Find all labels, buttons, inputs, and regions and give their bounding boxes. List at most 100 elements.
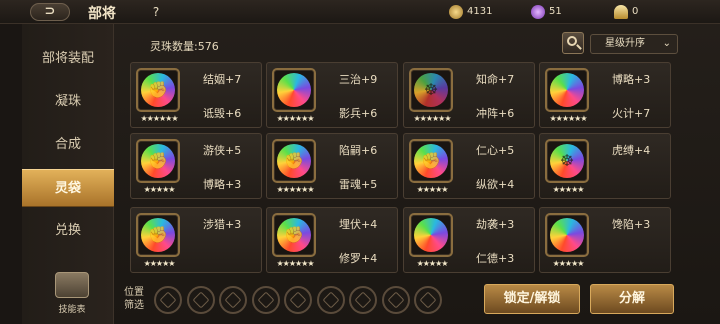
star-rating: ★★★★★: [552, 185, 585, 194]
gold-coin-icon: [449, 5, 463, 19]
star-rating: ★★★★★★: [276, 185, 314, 194]
book-icon: [55, 272, 89, 298]
position-slot-icon: [159, 291, 177, 309]
spirit-orb-icon: [550, 218, 584, 252]
orb-card[interactable]: ★★★★★ 劫袭+3 仁德+3: [403, 207, 535, 273]
orb-attribute-1: 虎缚+4: [612, 144, 651, 157]
orb-card[interactable]: ☸ ★★★★★★ 知命+7 冲阵+6: [403, 62, 535, 128]
sidebar-item-spirit-bag[interactable]: 灵袋: [22, 169, 114, 207]
position-filter-slot[interactable]: [414, 286, 442, 314]
search-icon-handle: [576, 44, 582, 50]
position-filter-slot[interactable]: [186, 286, 215, 314]
orb-emblem-icon: ✊: [148, 151, 168, 170]
orb-attribute-2: 诋毁+6: [203, 107, 242, 120]
orb-attribute-2: 影兵+6: [339, 107, 378, 120]
position-slot-icon: [322, 291, 339, 309]
orb-frame: ☸: [409, 68, 453, 112]
orb-attribute-2: 雷魂+5: [339, 178, 378, 191]
star-rating: ★★★★★★: [140, 114, 178, 123]
orb-frame: ✊: [136, 139, 180, 183]
position-filter-slot[interactable]: [219, 286, 247, 314]
spirit-orb-icon: [277, 73, 311, 107]
star-rating: ★★★★★: [143, 259, 176, 268]
position-slot-icon: [192, 291, 209, 309]
orb-frame: ✊: [409, 139, 453, 183]
sidebar-item-equip[interactable]: 部将装配: [22, 40, 114, 78]
orb-attribute-2: 冲阵+6: [476, 107, 515, 120]
position-filter-slot[interactable]: [381, 286, 410, 314]
sidebar-item-exchange[interactable]: 兑换: [22, 212, 114, 250]
orb-attribute-1: 涉猎+3: [203, 218, 242, 231]
gold-coin-value: 4131: [467, 6, 493, 17]
gold-pile-value: 0: [632, 6, 639, 17]
orb-card[interactable]: ✊ ★★★★★ 涉猎+3: [130, 207, 262, 273]
orb-count: 灵珠数量:576: [150, 40, 219, 53]
decompose-button[interactable]: 分解: [590, 284, 674, 314]
orb-emblem-icon: [550, 218, 584, 252]
spirit-orb-icon: ✊: [277, 144, 311, 178]
orb-card[interactable]: ✊ ★★★★★ 游侠+5 博略+3: [130, 133, 262, 199]
orb-frame: ☸: [545, 139, 589, 183]
help-icon[interactable]: ?: [148, 4, 164, 20]
orb-emblem-icon: [277, 73, 311, 107]
orb-emblem-icon: ✊: [148, 80, 168, 99]
page-title: 部将: [88, 6, 116, 22]
orb-attribute-1: 博略+3: [612, 73, 651, 86]
star-rating: ★★★★★: [143, 185, 176, 194]
orb-attribute-1: 游侠+5: [203, 144, 242, 157]
position-filter-slot[interactable]: [154, 286, 182, 314]
sidebar-item-condense[interactable]: 凝珠: [22, 83, 114, 121]
star-rating: ★★★★★: [552, 259, 585, 268]
spirit-orb-icon: ✊: [141, 144, 175, 178]
orb-card[interactable]: ✊ ★★★★★ 仁心+5 纵欲+4: [403, 133, 535, 199]
purple-gem-icon: [531, 5, 545, 19]
top-bar: ⊃ 部将 ? 4131 51 0: [0, 0, 720, 24]
orb-frame: [272, 68, 316, 112]
orb-card[interactable]: ✊ ★★★★★★ 埋伏+4 修罗+4: [266, 207, 398, 273]
skill-table-button[interactable]: 技能表: [50, 272, 94, 318]
orb-card[interactable]: ★★★★★★ 三治+9 影兵+6: [266, 62, 398, 128]
orb-emblem-icon: ✊: [284, 225, 304, 244]
spirit-orb-icon: [414, 218, 448, 252]
orb-attribute-1: 陷嗣+6: [339, 144, 378, 157]
orb-frame: ✊: [136, 213, 180, 257]
lock-unlock-button[interactable]: 锁定/解锁: [484, 284, 580, 314]
orb-card[interactable]: ★★★★★ 馋陷+3: [539, 207, 671, 273]
star-rating: ★★★★★★: [276, 114, 314, 123]
orb-emblem-icon: ✊: [421, 151, 441, 170]
sort-dropdown[interactable]: 星级升序 ⌄: [590, 34, 678, 54]
position-filter-slot[interactable]: [284, 286, 312, 314]
sidebar-item-synthesize[interactable]: 合成: [22, 126, 114, 164]
spirit-orb-icon: [550, 73, 584, 107]
position-filter-slot[interactable]: [251, 286, 280, 314]
sort-label: 星级升序: [605, 38, 645, 49]
orb-card[interactable]: ☸ ★★★★★ 虎缚+4: [539, 133, 671, 199]
orb-attribute-1: 结姻+7: [203, 73, 242, 86]
purple-gem-value: 51: [549, 6, 562, 17]
spirit-orb-icon: ✊: [141, 73, 175, 107]
orb-attribute-2: 火计+7: [612, 107, 651, 120]
star-rating: ★★★★★: [416, 259, 449, 268]
orb-frame: ✊: [272, 213, 316, 257]
orb-emblem-icon: ☸: [423, 80, 439, 99]
position-filter-label: 位置 筛选: [124, 287, 144, 311]
orb-card[interactable]: ✊ ★★★★★★ 结姻+7 诋毁+6: [130, 62, 262, 128]
orb-attribute-2: 仁德+3: [476, 252, 515, 265]
spirit-orb-icon: ☸: [550, 144, 584, 178]
position-slot-icon: [289, 291, 307, 309]
chevron-down-icon: ⌄: [662, 38, 671, 49]
orb-attribute-1: 仁心+5: [476, 144, 515, 157]
search-button[interactable]: [562, 32, 584, 54]
orb-frame: [545, 213, 589, 257]
orb-frame: [545, 68, 589, 112]
back-button[interactable]: ⊃: [30, 3, 70, 21]
skill-table-label: 技能表: [58, 305, 86, 315]
spirit-orb-icon: ✊: [277, 218, 311, 252]
position-filter-slot[interactable]: [349, 286, 377, 314]
orb-frame: ✊: [136, 68, 180, 112]
orb-card[interactable]: ★★★★★★ 博略+3 火计+7: [539, 62, 671, 128]
spirit-orb-icon: ✊: [414, 144, 448, 178]
orb-card[interactable]: ✊ ★★★★★★ 陷嗣+6 雷魂+5: [266, 133, 398, 199]
position-filter-slot[interactable]: [316, 286, 345, 314]
orb-attribute-1: 知命+7: [476, 73, 515, 86]
